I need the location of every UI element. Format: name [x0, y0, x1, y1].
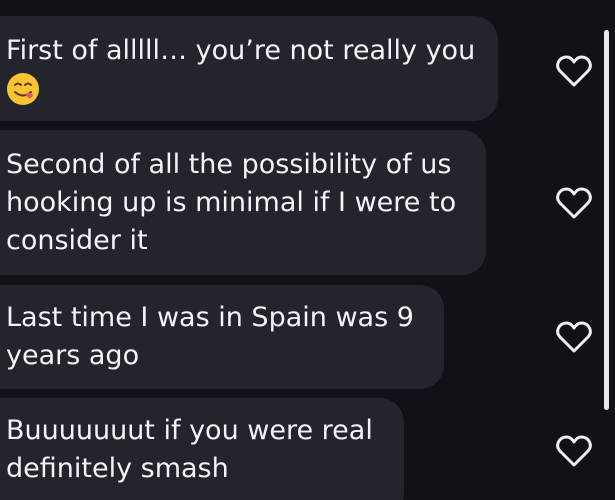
- scrollbar[interactable]: [604, 30, 609, 410]
- message-bubble[interactable]: Last time I was in Spain was 9 years ago: [0, 285, 444, 389]
- message-bubble[interactable]: First of alllll… you’re not really you: [0, 16, 498, 121]
- message-text: Buuuuuuut if you were real definitely sm…: [6, 415, 373, 484]
- heart-outline-icon[interactable]: [555, 434, 593, 468]
- yum-face-emoji-icon: [7, 73, 39, 105]
- heart-outline-icon[interactable]: [555, 186, 593, 220]
- message-text: Second of all the possibility of us hook…: [6, 149, 457, 256]
- message-bubble[interactable]: Buuuuuuut if you were real definitely sm…: [0, 398, 404, 500]
- message-text: First of alllll… you’re not really you: [6, 35, 476, 66]
- heart-outline-icon[interactable]: [555, 54, 593, 88]
- message-bubble[interactable]: Second of all the possibility of us hook…: [0, 130, 486, 275]
- chat-thread: First of alllll… you’re not really you S…: [0, 0, 615, 500]
- message-text: Last time I was in Spain was 9 years ago: [6, 302, 414, 371]
- heart-outline-icon[interactable]: [555, 320, 593, 354]
